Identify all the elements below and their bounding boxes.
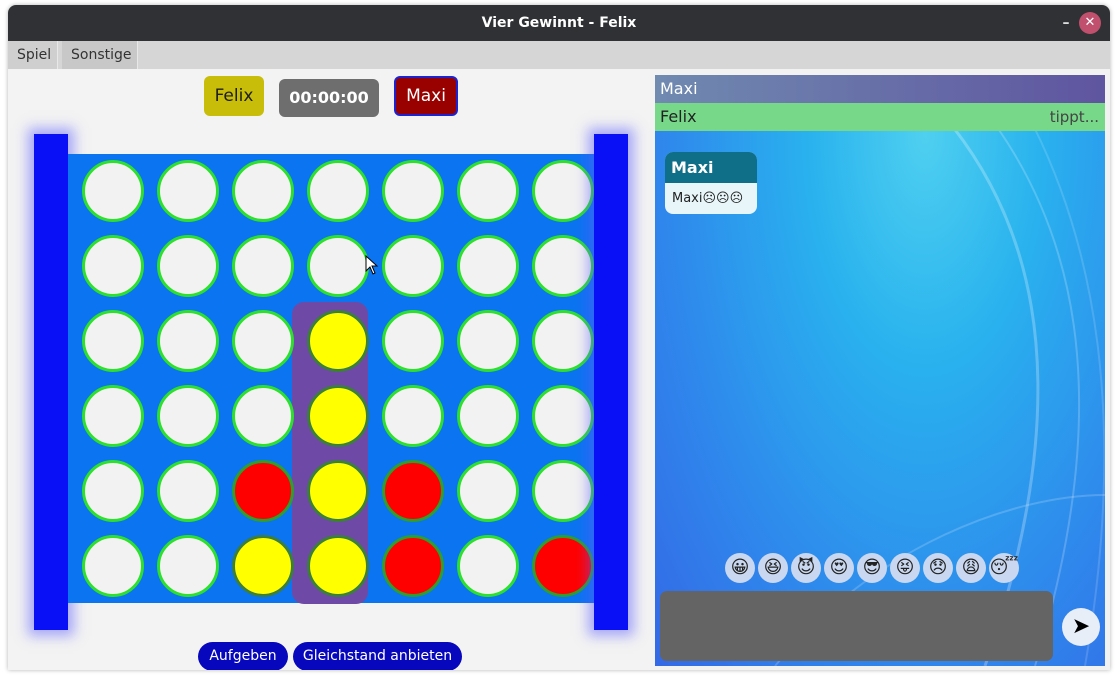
game-board[interactable] [68,154,594,604]
board-cell-empty[interactable] [457,235,519,297]
participant-name: Maxi [660,79,698,98]
emoji-button[interactable]: 😝 [890,553,920,583]
board-cell-yellow[interactable] [232,535,294,597]
chat-participant-felix: Felix tippt... [655,103,1105,131]
board-cell-empty[interactable] [82,385,144,447]
board-cell-empty[interactable] [382,310,444,372]
board-cell-empty[interactable] [532,235,594,297]
board-cell-empty[interactable] [157,160,219,222]
app-window: Vier Gewinnt - Felix – ✕ Spiel Sonstige … [8,5,1110,670]
game-timer: 00:00:00 [279,79,379,117]
board-cell-empty[interactable] [457,160,519,222]
close-button[interactable]: ✕ [1079,12,1101,34]
board-cell-empty[interactable] [232,235,294,297]
emoji-button[interactable]: 😞 [923,553,953,583]
board-cell-empty[interactable] [532,310,594,372]
board-cell-empty[interactable] [457,535,519,597]
board-cell-empty[interactable] [157,235,219,297]
board-cell-yellow[interactable] [307,535,369,597]
menu-sonstige[interactable]: Sonstige [62,41,138,69]
window-title: Vier Gewinnt - Felix [481,15,637,31]
emoji-button[interactable]: 😎 [857,553,887,583]
board-cell-red[interactable] [382,535,444,597]
board-cell-empty[interactable] [382,235,444,297]
board-cell-empty[interactable] [232,160,294,222]
board-cell-empty[interactable] [157,535,219,597]
typing-indicator: tippt... [1049,108,1099,126]
send-icon: ➤ [1071,614,1091,639]
participant-name: Felix [660,107,697,126]
board-cell-red[interactable] [532,535,594,597]
emoji-button[interactable]: 😆 [758,553,788,583]
board-cell-empty[interactable] [82,160,144,222]
title-bar: Vier Gewinnt - Felix – ✕ [8,5,1110,41]
minimize-button[interactable]: – [1055,12,1077,34]
board-cell-empty[interactable] [157,310,219,372]
board-cell-empty[interactable] [457,310,519,372]
board-cell-red[interactable] [232,460,294,522]
game-panel: Felix 00:00:00 Maxi Aufgeben Gleichstand… [8,69,650,670]
board-cell-yellow[interactable] [307,310,369,372]
message-text: Maxi☹☹☹ [672,191,744,206]
board-cell-empty[interactable] [82,235,144,297]
board-cell-empty[interactable] [457,460,519,522]
emoji-button[interactable]: 😩 [956,553,986,583]
board-cell-yellow[interactable] [307,385,369,447]
give-up-button[interactable]: Aufgeben [198,642,288,670]
emoji-button[interactable]: 😈 [791,553,821,583]
board-cell-empty[interactable] [382,385,444,447]
board-cell-red[interactable] [382,460,444,522]
board-cell-yellow[interactable] [307,460,369,522]
emoji-button[interactable]: 😴 [989,553,1019,583]
board-cell-empty[interactable] [532,385,594,447]
mouse-cursor-icon [365,255,379,275]
board-right-post [594,134,628,630]
board-cell-empty[interactable] [532,160,594,222]
board-cell-empty[interactable] [232,310,294,372]
chat-input[interactable] [660,591,1053,661]
board-cell-empty[interactable] [532,460,594,522]
message-sender: Maxi [665,152,757,183]
emoji-button[interactable]: 😍 [824,553,854,583]
chat-panel: Maxi Felix tippt... Maxi Maxi☹☹☹ 😀 😆 😈 😍 😎 😝 😞… [655,75,1105,666]
chat-participant-maxi: Maxi [655,75,1105,103]
board-cell-empty[interactable] [232,385,294,447]
board-cell-empty[interactable] [82,310,144,372]
board-cell-empty[interactable] [307,235,369,297]
board-left-post [34,134,68,630]
board-cell-empty[interactable] [157,460,219,522]
menu-spiel[interactable]: Spiel [8,41,58,69]
player-felix-badge: Felix [204,76,264,116]
player-maxi-badge: Maxi [394,76,458,116]
chat-message: Maxi Maxi☹☹☹ [665,152,757,214]
board-cell-empty[interactable] [82,535,144,597]
board-cell-empty[interactable] [457,385,519,447]
offer-draw-button[interactable]: Gleichstand anbieten [293,642,462,670]
board-cell-empty[interactable] [382,160,444,222]
send-button[interactable]: ➤ [1062,608,1100,646]
emoji-button[interactable]: 😀 [725,553,755,583]
board-cell-empty[interactable] [157,385,219,447]
board-cell-empty[interactable] [82,460,144,522]
menu-bar: Spiel Sonstige [8,41,1110,69]
board-cell-empty[interactable] [307,160,369,222]
